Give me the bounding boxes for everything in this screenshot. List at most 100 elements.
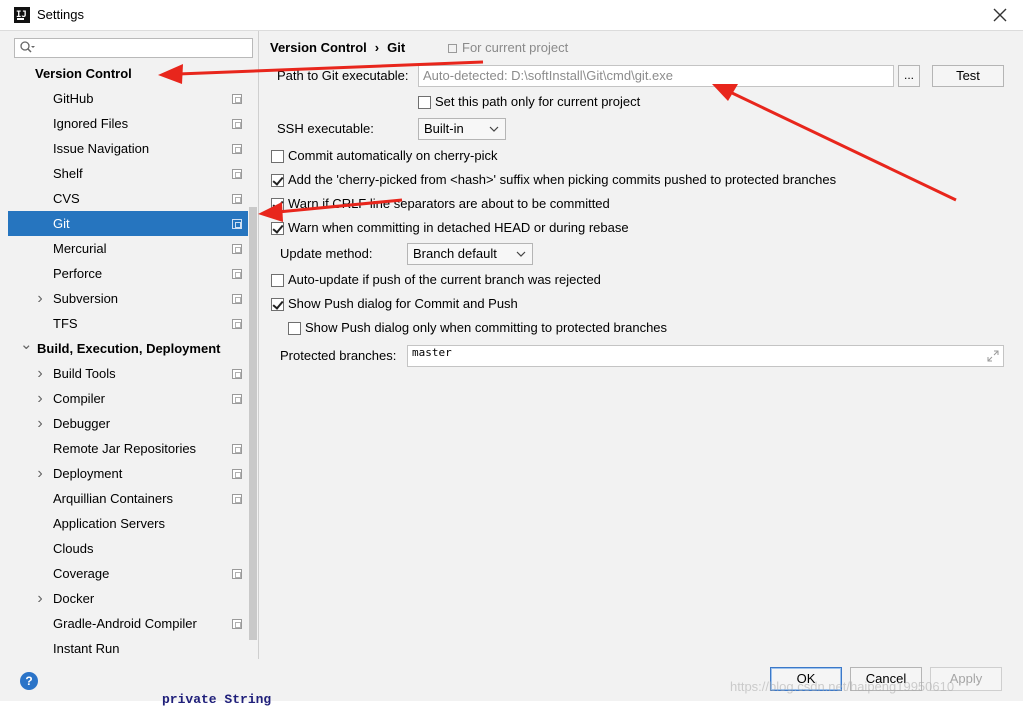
project-level-icon xyxy=(232,444,242,454)
expand-icon[interactable] xyxy=(987,350,999,362)
checkbox-box xyxy=(288,322,301,335)
chevron-right-icon[interactable]: › xyxy=(34,286,46,311)
tree-item-label: Mercurial xyxy=(53,241,107,256)
tree-item-instant-run[interactable]: Instant Run xyxy=(8,636,248,659)
tree-item-issue-navigation[interactable]: Issue Navigation xyxy=(8,136,248,161)
tree-item-label: Issue Navigation xyxy=(53,141,150,156)
update-method-value: Branch default xyxy=(413,246,497,261)
breadcrumb-current: Git xyxy=(387,40,406,55)
project-level-icon xyxy=(232,219,242,229)
tree-item-label: Debugger xyxy=(53,416,111,431)
background-editor-strip xyxy=(0,701,1023,708)
chevron-right-icon[interactable]: › xyxy=(34,361,46,386)
tree-item-application-servers[interactable]: Application Servers xyxy=(8,511,248,536)
tree-scrollbar[interactable] xyxy=(249,207,257,640)
checkbox-label: Commit automatically on cherry-pick xyxy=(288,148,498,163)
tree-item-coverage[interactable]: Coverage xyxy=(8,561,248,586)
protected-branches-input[interactable]: master xyxy=(407,345,1004,367)
project-level-icon xyxy=(232,569,242,579)
breadcrumb: Version Control › Git xyxy=(270,40,405,55)
tree-item-tfs[interactable]: TFS xyxy=(8,311,248,336)
tree-item-debugger[interactable]: › Debugger xyxy=(8,411,248,436)
git-settings-panel: Version Control › Git For current project … xyxy=(260,31,1015,659)
close-button[interactable] xyxy=(989,4,1011,26)
tree-item-build-tools[interactable]: › Build Tools xyxy=(8,361,248,386)
checkbox-box xyxy=(418,96,431,109)
tree-item-label: Arquillian Containers xyxy=(53,491,173,506)
chevron-right-icon[interactable]: › xyxy=(34,386,46,411)
checkbox-label: Warn if CRLF line separators are about t… xyxy=(288,196,610,211)
project-scope-label: For current project xyxy=(462,40,569,55)
checkbox-box xyxy=(271,150,284,163)
test-button[interactable]: Test xyxy=(932,65,1004,87)
protected-branches-label: Protected branches: xyxy=(280,348,397,363)
tree-item-label: Build, Execution, Deployment xyxy=(37,341,221,356)
tree-item-perforce[interactable]: Perforce xyxy=(8,261,248,286)
tree-item-ignored-files[interactable]: Ignored Files xyxy=(8,111,248,136)
tree-item-deployment[interactable]: › Deployment xyxy=(8,461,248,486)
project-level-icon xyxy=(232,394,242,404)
breadcrumb-parent[interactable]: Version Control xyxy=(270,40,367,55)
project-level-icon xyxy=(232,319,242,329)
help-button[interactable]: ? xyxy=(20,672,38,690)
tree-item-label: Remote Jar Repositories xyxy=(53,441,197,456)
checkbox-box xyxy=(271,298,284,311)
tree-item-github[interactable]: GitHub xyxy=(8,86,248,111)
tree-item-gradle-android-compiler[interactable]: Gradle-Android Compiler xyxy=(8,611,248,636)
intellij-app-icon: IJ xyxy=(14,7,30,23)
tree-item-clouds[interactable]: Clouds xyxy=(8,536,248,561)
chevron-right-icon[interactable]: › xyxy=(34,411,46,436)
project-scope-note: For current project xyxy=(448,40,568,55)
update-method-dropdown[interactable]: Branch default xyxy=(407,243,533,265)
tree-item-label: CVS xyxy=(53,191,80,206)
tree-item-subversion[interactable]: › Subversion xyxy=(8,286,248,311)
watermark: https://blog.csdn.net/haipeng19950610 xyxy=(730,679,955,694)
update-method-label: Update method: xyxy=(280,246,373,261)
tree-item-mercurial[interactable]: Mercurial xyxy=(8,236,248,261)
ssh-executable-value: Built-in xyxy=(424,121,464,136)
tree-item-shelf[interactable]: Shelf xyxy=(8,161,248,186)
breadcrumb-separator: › xyxy=(374,40,380,55)
title-bar: IJ Settings xyxy=(0,0,1023,31)
tree-item-compiler[interactable]: › Compiler xyxy=(8,386,248,411)
tree-item-label: Instant Run xyxy=(53,641,120,656)
project-level-icon xyxy=(232,144,242,154)
project-level-icon xyxy=(232,369,242,379)
project-level-icon xyxy=(232,194,242,204)
settings-navigation-panel: Version Control GitHub Ignored Files Issue … xyxy=(8,31,259,659)
project-level-icon xyxy=(232,469,242,479)
checkbox-label: Show Push dialog for Commit and Push xyxy=(288,296,518,311)
tree-item-label: Git xyxy=(53,216,70,231)
tree-item-label: Version Control xyxy=(35,66,132,81)
tree-item-label: Application Servers xyxy=(53,516,165,531)
chevron-down-icon[interactable]: ⌄ xyxy=(20,332,33,357)
checkbox-label: Auto-update if push of the current branc… xyxy=(288,272,601,287)
tree-item-label: GitHub xyxy=(53,91,94,106)
tree-item-remote-jar-repositories[interactable]: Remote Jar Repositories xyxy=(8,436,248,461)
project-level-icon xyxy=(232,269,242,279)
tree-item-docker[interactable]: › Docker xyxy=(8,586,248,611)
project-level-icon xyxy=(232,294,242,304)
settings-search-input[interactable] xyxy=(14,38,253,58)
tree-item-cvs[interactable]: CVS xyxy=(8,186,248,211)
tree-item-label: Deployment xyxy=(53,466,123,481)
settings-window: IJ Settings Version Control GitHub Ignored… xyxy=(0,0,1023,708)
tree-item-build-execution-deployment[interactable]: ⌄ Build, Execution, Deployment xyxy=(8,336,248,361)
close-icon xyxy=(993,8,1007,22)
checkbox-label: Warn when committing in detached HEAD or… xyxy=(288,220,629,235)
checkbox-label: Show Push dialog only when committing to… xyxy=(305,320,668,335)
checkbox-box xyxy=(271,222,284,235)
tree-item-git[interactable]: Git xyxy=(8,211,248,236)
checkbox-label: Set this path only for current project xyxy=(435,94,641,109)
chevron-right-icon[interactable]: › xyxy=(34,586,46,611)
ssh-executable-dropdown[interactable]: Built-in xyxy=(418,118,506,140)
tree-item-arquillian-containers[interactable]: Arquillian Containers xyxy=(8,486,248,511)
browse-button[interactable]: ... xyxy=(898,65,920,87)
project-scope-icon xyxy=(448,44,457,53)
tree-item-label: Subversion xyxy=(53,291,119,306)
ssh-executable-label: SSH executable: xyxy=(277,121,374,136)
chevron-right-icon[interactable]: › xyxy=(34,461,46,486)
tree-item-label: Docker xyxy=(53,591,95,606)
tree-item-version-control[interactable]: Version Control xyxy=(8,61,248,86)
git-path-input[interactable]: Auto-detected: D:\softInstall\Git\cmd\gi… xyxy=(418,65,894,87)
